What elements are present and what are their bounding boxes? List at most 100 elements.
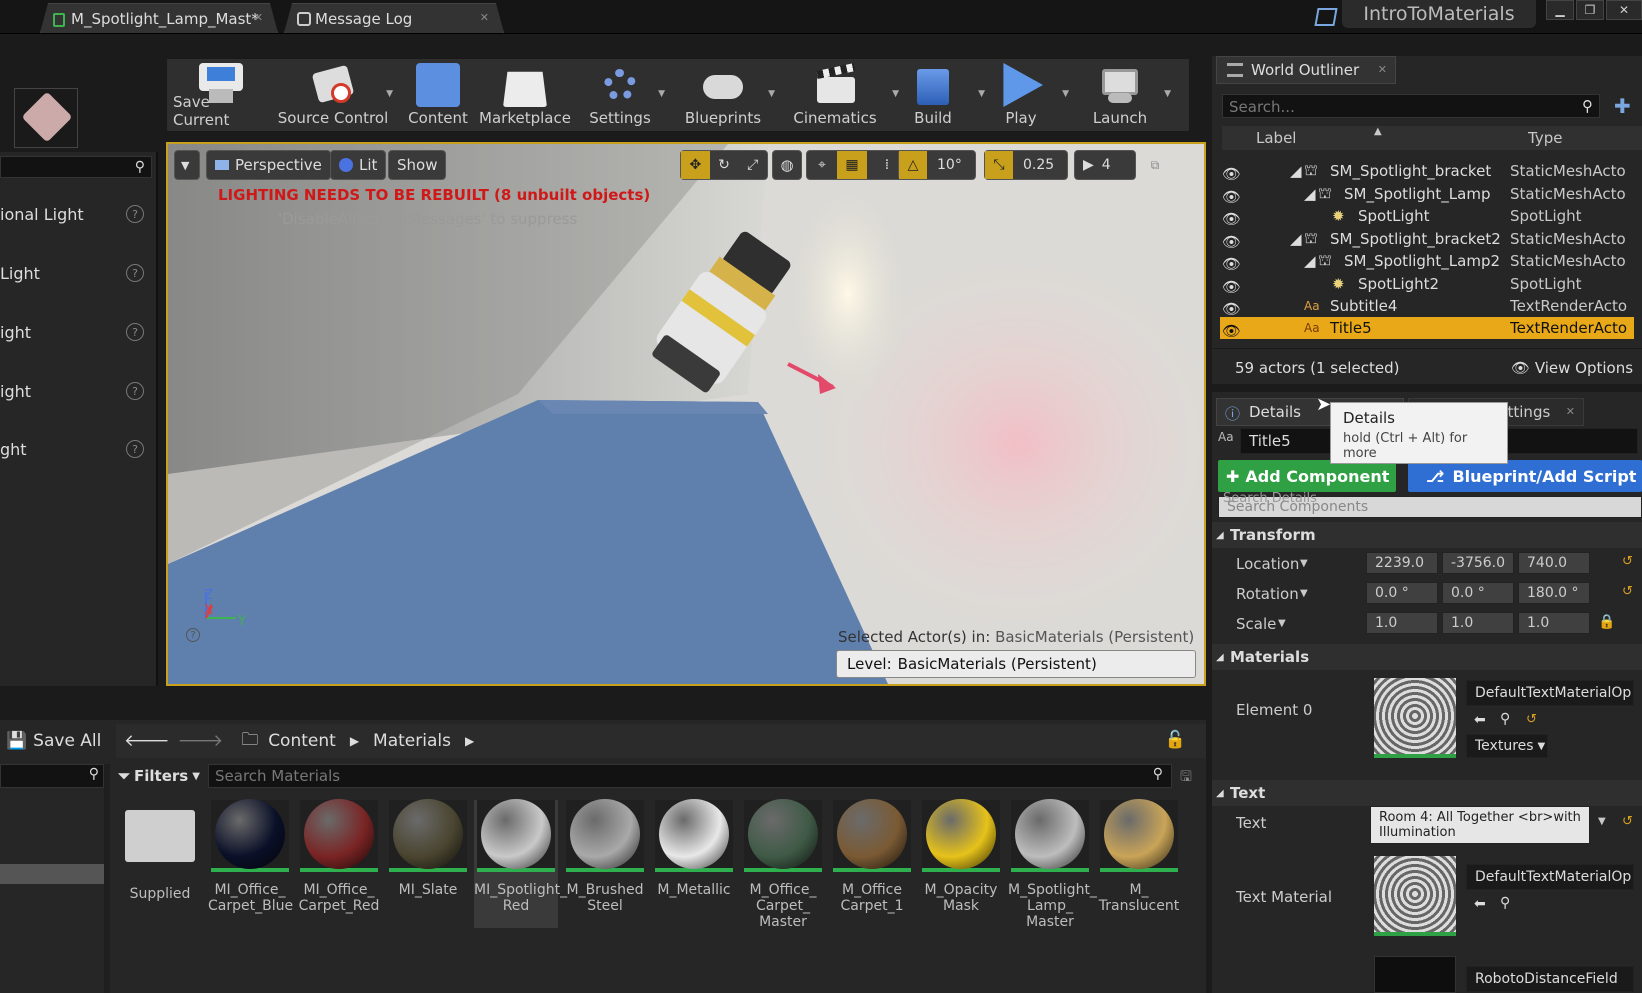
location-label[interactable]: Location	[1236, 555, 1299, 573]
asset-item[interactable]: MI_Office_ Carpet_Red	[297, 799, 381, 914]
collapse-icon[interactable]: ◢	[1290, 162, 1302, 180]
place-item-rect-light[interactable]: ight?	[0, 366, 156, 416]
minimize-icon[interactable]: ▁	[1546, 0, 1574, 20]
outliner-row[interactable]: 👁 ◢ ⛫ SM_Spotlight_Lamp StaticMeshActo	[1220, 183, 1634, 206]
dropdown-icon[interactable]: ▼	[386, 89, 393, 99]
asset-item[interactable]: M_Office Carpet_1	[830, 799, 914, 914]
rotation-y[interactable]: 0.0 °	[1442, 582, 1514, 604]
section-transform[interactable]: ◢ Transform	[1212, 522, 1642, 548]
back-icon[interactable]: 🡐	[124, 731, 170, 751]
tab-message-log[interactable]: Message Log ✕	[284, 3, 504, 33]
build-button[interactable]: Build ▼	[899, 63, 985, 129]
outliner-row[interactable]: 👁 ◢ ⛫ SM_Spotlight_bracket StaticMeshActo	[1220, 160, 1634, 183]
asset-item-selected[interactable]: MI_Spotlight_ Red	[474, 799, 567, 928]
forward-icon[interactable]: 🡒	[178, 731, 224, 751]
grid-snap-icon[interactable]: ▦	[837, 151, 867, 179]
outliner-row[interactable]: 👁 ◢ ⛫ SM_Spotlight_bracket2 StaticMeshActo	[1220, 228, 1634, 251]
level-viewport[interactable]: ▼ Perspective Lit Show ✥ ↻ ⤢ ◍ ⌖ ▦ ⁞ △ 1…	[166, 142, 1206, 686]
help-icon[interactable]: ?	[126, 382, 144, 400]
tab-world-outliner[interactable]: World Outliner ✕	[1216, 56, 1396, 84]
marketplace-button[interactable]: Marketplace	[479, 63, 571, 129]
scale-label[interactable]: Scale	[1236, 615, 1276, 633]
close-icon[interactable]: ✕	[1378, 63, 1387, 76]
eye-icon[interactable]: 👁	[1222, 255, 1241, 273]
reset-icon[interactable]: ↺	[1622, 584, 1633, 599]
asset-item[interactable]: M_Opacity Mask	[919, 799, 1003, 914]
chevron-down-icon[interactable]: ▼	[1598, 816, 1606, 827]
chevron-down-icon[interactable]: ▼	[1278, 618, 1286, 629]
add-icon[interactable]: ✚	[1614, 94, 1631, 118]
collapse-icon[interactable]: ◢	[1304, 252, 1316, 270]
scale-snap-group[interactable]: ⤡ 0.25	[984, 150, 1068, 180]
eye-icon[interactable]: 👁	[1222, 300, 1241, 318]
rotation-label[interactable]: Rotation	[1236, 585, 1299, 603]
scale-icon[interactable]: ⤢	[738, 151, 767, 179]
search-components-input[interactable]: Search Components Search Details	[1218, 491, 1642, 518]
tab-material-editor[interactable]: M_Spotlight_Lamp_Mast* ✕	[40, 3, 278, 33]
breadcrumb-materials[interactable]: Materials	[373, 731, 451, 751]
dropdown-icon[interactable]: ▼	[658, 89, 665, 99]
maximize-icon[interactable]: ❐	[1576, 0, 1604, 20]
help-icon[interactable]: ?	[126, 205, 144, 223]
eye-icon[interactable]: 👁	[1222, 233, 1241, 251]
viewport-options-dropdown[interactable]: ▼	[174, 150, 200, 180]
place-item-point-light[interactable]: Light?	[0, 248, 156, 298]
eye-icon[interactable]: 👁	[1222, 165, 1241, 183]
asset-item[interactable]: M_Metallic	[652, 799, 736, 898]
browse-icon[interactable]: ⚲	[1500, 895, 1510, 911]
outliner-row[interactable]: 👁 ✹ SpotLight2 SpotLight	[1220, 273, 1634, 296]
close-icon[interactable]: ✕	[254, 11, 263, 24]
place-item-spot-light[interactable]: ight?	[0, 307, 156, 357]
collapse-icon[interactable]: ◢	[1290, 230, 1302, 248]
add-component-button[interactable]: ✚ Add Component	[1218, 460, 1396, 492]
perspective-button[interactable]: Perspective	[206, 150, 331, 180]
text-value-input[interactable]: Room 4: All Together <br>with Illuminati…	[1370, 806, 1590, 844]
text-material-thumbnail[interactable]	[1374, 856, 1456, 936]
blueprint-add-script-button[interactable]: ⎇ Blueprint/Add Script	[1408, 460, 1642, 492]
col-type[interactable]: Type	[1528, 129, 1562, 147]
asset-item[interactable]: M_ Translucent	[1097, 799, 1181, 914]
col-label[interactable]: Label	[1256, 129, 1296, 147]
material-thumbnail[interactable]	[1374, 678, 1456, 758]
reset-icon[interactable]: ↺	[1622, 554, 1633, 569]
launch-button[interactable]: Launch ▼	[1087, 63, 1171, 129]
place-item-sky-light[interactable]: ght?	[0, 424, 156, 474]
scale-y[interactable]: 1.0	[1442, 612, 1514, 634]
help-icon[interactable]: ?	[126, 440, 144, 458]
angle-snap-group[interactable]: △ 10°	[898, 150, 976, 180]
show-button[interactable]: Show	[388, 150, 447, 180]
location-y[interactable]: -3756.0	[1442, 552, 1514, 574]
scale-x[interactable]: 1.0	[1366, 612, 1438, 634]
font-thumbnail[interactable]	[1374, 956, 1456, 993]
lock-icon[interactable]: 🔒	[1598, 614, 1615, 630]
folder-search-input[interactable]: ⚲	[0, 764, 104, 788]
use-selected-icon[interactable]: ⬅	[1474, 712, 1486, 728]
chevron-right-icon[interactable]: ▶	[350, 734, 359, 748]
asset-item[interactable]: M_Brushed Steel	[563, 799, 647, 914]
world-local-icon[interactable]: ◍	[772, 150, 802, 180]
settings-button[interactable]: Settings ▼	[579, 63, 665, 129]
browse-icon[interactable]: ⚲	[1500, 711, 1510, 727]
font-dropdown[interactable]: RobotoDistanceField	[1466, 966, 1634, 992]
folder-tree-selected[interactable]	[0, 864, 104, 884]
dropdown-icon[interactable]: ▼	[1164, 89, 1171, 99]
outliner-row-selected[interactable]: 👁 Aa Title5 TextRenderActo	[1220, 317, 1634, 340]
outliner-row[interactable]: 👁 Aa Subtitle4 TextRenderActo	[1220, 295, 1634, 318]
play-button[interactable]: Play ▼	[991, 63, 1069, 129]
asset-search-input[interactable]: Search Materials ⚲	[208, 764, 1172, 788]
location-z[interactable]: 740.0	[1518, 552, 1590, 574]
dropdown-icon[interactable]: ▼	[978, 89, 985, 99]
section-materials[interactable]: ◢ Materials	[1212, 644, 1642, 670]
save-all-button[interactable]: 💾 Save All	[0, 724, 104, 758]
breadcrumb-content[interactable]: Content	[268, 731, 336, 751]
blueprints-button[interactable]: Blueprints ▼	[675, 63, 775, 129]
use-selected-icon[interactable]: ⬅	[1474, 896, 1486, 912]
close-window-icon[interactable]: ✕	[1606, 0, 1642, 20]
help-icon[interactable]: ?	[186, 628, 200, 642]
asset-item[interactable]: MI_Office_ Carpet_Blue	[208, 799, 293, 914]
asset-item[interactable]: M_Spotlight_ Lamp_ Master	[1008, 799, 1097, 930]
source-control-button[interactable]: Source Control ▼	[277, 63, 393, 129]
maximize-viewport-icon[interactable]: ⧉	[1146, 156, 1164, 174]
content-button[interactable]: Content	[405, 63, 471, 129]
asset-item[interactable]: MI_Slate	[386, 799, 470, 898]
